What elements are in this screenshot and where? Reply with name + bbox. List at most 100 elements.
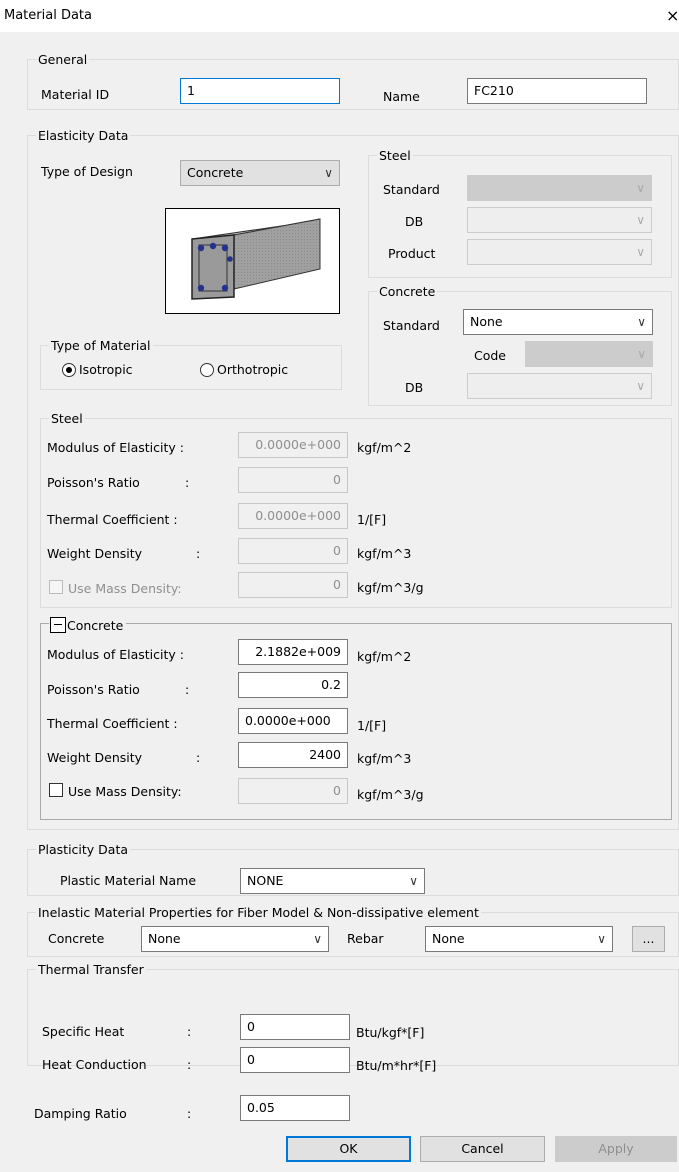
concrete-code-label: Code (474, 348, 507, 363)
minus-icon (54, 624, 62, 625)
plastic-material-label: Plastic Material Name (60, 873, 197, 888)
concrete-standard-legend: Concrete (379, 284, 436, 299)
name-input[interactable]: FC210 (467, 78, 647, 104)
concrete-thermal-unit: 1/[F] (357, 718, 387, 733)
concrete-poisson-colon: : (185, 682, 190, 697)
concrete-weight-colon: : (196, 750, 201, 765)
title-bar: Material Data × (0, 0, 679, 32)
concrete-standard-value: None (470, 314, 503, 329)
concrete-code-select[interactable]: ∨ (525, 341, 653, 367)
inelastic-concrete-value: None (148, 931, 181, 946)
concrete-poisson-label: Poisson's Ratio (47, 682, 140, 697)
steel-mass-density-unit: kgf/m^3/g (357, 580, 424, 595)
damping-ratio-colon: : (187, 1106, 192, 1121)
general-legend: General (38, 52, 88, 67)
concrete-standard-label: Standard (383, 318, 440, 333)
type-of-design-select[interactable]: Concrete ∨ (180, 160, 340, 186)
steel-product-label: Product (388, 246, 436, 261)
steel-thermal-unit: 1/[F] (357, 512, 387, 527)
chevron-down-icon: ∨ (313, 932, 322, 946)
plastic-material-value: NONE (247, 873, 284, 888)
concrete-modulus-input[interactable]: 2.1882e+009 (238, 639, 348, 665)
plasticity-legend: Plasticity Data (38, 842, 129, 857)
heat-conduction-label: Heat Conduction (42, 1057, 147, 1072)
chevron-down-icon: ∨ (637, 315, 646, 329)
chevron-down-icon: ∨ (636, 213, 645, 227)
thermal-legend: Thermal Transfer (38, 962, 144, 977)
chevron-down-icon: ∨ (636, 181, 645, 195)
ok-button[interactable]: OK (286, 1136, 411, 1162)
steel-weight-colon: : (196, 546, 201, 561)
concrete-db-select[interactable]: ∨ (467, 373, 652, 399)
orthotropic-radio[interactable] (200, 363, 214, 377)
concrete-mass-density-unit: kgf/m^3/g (357, 787, 424, 802)
steel-thermal-input[interactable]: 0.0000e+000 (238, 503, 348, 529)
type-of-design-value: Concrete (187, 165, 244, 180)
steel-weight-unit: kgf/m^3 (357, 546, 412, 561)
concrete-mass-density-label: Use Mass Density: (68, 784, 182, 799)
steel-modulus-input[interactable]: 0.0000e+000 (238, 432, 348, 458)
steel-thermal-label: Thermal Coefficient : (47, 512, 178, 527)
concrete-weight-unit: kgf/m^3 (357, 751, 412, 766)
rebar-label: Rebar (347, 931, 384, 946)
steel-product-select[interactable]: ∨ (467, 239, 652, 265)
collapse-toggle[interactable] (50, 617, 66, 633)
plastic-material-select[interactable]: NONE ∨ (240, 868, 425, 894)
type-of-material-legend: Type of Material (51, 338, 151, 353)
concrete-weight-input[interactable]: 2400 (238, 742, 348, 768)
steel-standard-legend: Steel (379, 148, 411, 163)
inelastic-more-button[interactable]: ... (632, 926, 665, 952)
steel-properties-legend: Steel (51, 411, 83, 426)
inelastic-legend: Inelastic Material Properties for Fiber … (38, 905, 479, 920)
close-icon[interactable]: × (666, 6, 679, 25)
damping-ratio-label: Damping Ratio (34, 1106, 127, 1121)
inelastic-concrete-select[interactable]: None ∨ (141, 926, 329, 952)
specific-heat-colon: : (187, 1024, 192, 1039)
material-id-input[interactable]: 1 (180, 78, 340, 104)
steel-mass-density-label: Use Mass Density: (68, 581, 182, 596)
heat-conduction-unit: Btu/m*hr*[F] (356, 1058, 437, 1073)
steel-standard-select[interactable]: ∨ (467, 175, 652, 201)
concrete-beam-icon (165, 208, 340, 314)
name-label: Name (383, 89, 420, 104)
heat-conduction-input[interactable]: 0 (240, 1047, 350, 1073)
concrete-poisson-input[interactable]: 0.2 (238, 672, 348, 698)
steel-mass-density-checkbox[interactable] (49, 580, 63, 594)
concrete-db-label: DB (405, 380, 424, 395)
concrete-thermal-label: Thermal Coefficient : (47, 716, 178, 731)
rebar-value: None (432, 931, 465, 946)
isotropic-label: Isotropic (79, 362, 133, 377)
steel-db-label: DB (405, 214, 424, 229)
steel-poisson-input[interactable]: 0 (238, 467, 348, 493)
steel-modulus-unit: kgf/m^2 (357, 440, 412, 455)
specific-heat-unit: Btu/kgf*[F] (356, 1025, 425, 1040)
steel-db-select[interactable]: ∨ (467, 207, 652, 233)
chevron-down-icon: ∨ (636, 379, 645, 393)
chevron-down-icon: ∨ (597, 932, 606, 946)
specific-heat-input[interactable]: 0 (240, 1014, 350, 1040)
concrete-modulus-unit: kgf/m^2 (357, 649, 412, 664)
elasticity-legend: Elasticity Data (38, 128, 129, 143)
steel-weight-input[interactable]: 0 (238, 538, 348, 564)
thermal-group: Thermal Transfer (27, 962, 679, 1066)
isotropic-radio[interactable] (62, 363, 76, 377)
concrete-mass-density-checkbox[interactable] (49, 783, 63, 797)
chevron-down-icon: ∨ (324, 166, 333, 180)
concrete-mass-density-input[interactable]: 0 (238, 778, 348, 804)
cancel-button[interactable]: Cancel (420, 1136, 545, 1162)
steel-weight-label: Weight Density (47, 546, 143, 561)
steel-mass-density-input[interactable]: 0 (238, 572, 348, 598)
damping-ratio-input[interactable]: 0.05 (240, 1095, 350, 1121)
concrete-standard-select[interactable]: None ∨ (463, 309, 653, 335)
steel-poisson-colon: : (185, 475, 190, 490)
rebar-select[interactable]: None ∨ (425, 926, 613, 952)
chevron-down-icon: ∨ (637, 347, 646, 361)
material-id-label: Material ID (41, 87, 110, 102)
concrete-modulus-label: Modulus of Elasticity : (47, 647, 184, 662)
concrete-properties-legend: Concrete (67, 618, 124, 633)
window-title: Material Data (4, 8, 92, 23)
inelastic-concrete-label: Concrete (48, 931, 105, 946)
concrete-thermal-input[interactable]: 0.0000e+000 (238, 708, 348, 734)
specific-heat-label: Specific Heat (42, 1024, 125, 1039)
apply-button[interactable]: Apply (555, 1136, 677, 1162)
